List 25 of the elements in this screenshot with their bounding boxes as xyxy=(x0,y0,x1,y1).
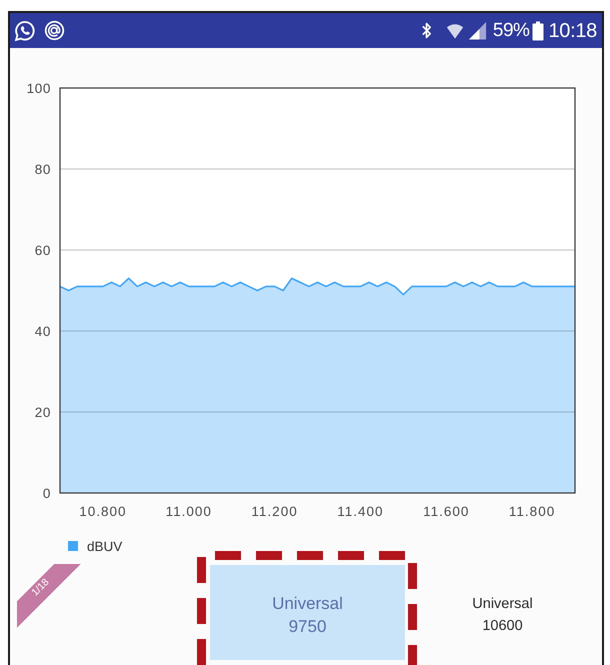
signal-icon xyxy=(468,21,487,40)
battery-percentage: 59% xyxy=(492,21,530,40)
legend-swatch-icon xyxy=(68,541,78,551)
clock-time: 10:18 xyxy=(548,20,597,40)
axis-tick-label: 11.600 xyxy=(423,504,470,519)
axis-tick-label: 100 xyxy=(26,81,51,96)
axis-tick-label: 80 xyxy=(34,162,51,177)
speech-bubble-icon xyxy=(14,20,36,42)
axis-tick-label: 11.200 xyxy=(251,504,298,519)
axis-tick-label: 11.400 xyxy=(337,504,384,519)
carousel-item[interactable]: Universal 9750 xyxy=(210,565,405,660)
at-sign-icon xyxy=(44,20,65,41)
carousel-item[interactable]: Universal 10600 xyxy=(405,565,600,660)
legend-label: dBUV xyxy=(87,539,122,554)
axis-tick-label: 11.000 xyxy=(166,504,212,519)
battery-icon xyxy=(532,20,544,40)
axis-tick-label: 0 xyxy=(42,486,51,501)
axis-tick-label: 10.800 xyxy=(79,504,127,519)
axis-tick-label: 60 xyxy=(34,243,51,258)
page-counter-ribbon: 1/18 xyxy=(17,564,81,628)
axis-tick-label: 40 xyxy=(34,324,51,339)
wifi-icon xyxy=(446,22,464,40)
bluetooth-icon xyxy=(420,21,432,40)
axis-tick-label: 20 xyxy=(34,405,51,420)
axis-tick-label: 11.800 xyxy=(508,504,556,519)
